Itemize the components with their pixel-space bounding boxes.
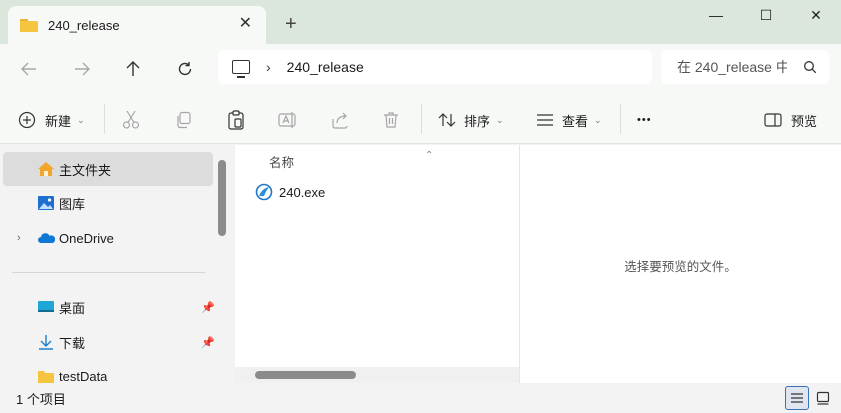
tab-240-release[interactable]: 240_release ✕ xyxy=(8,6,266,44)
sort-label: 排序 xyxy=(464,113,491,129)
details-view-button[interactable] xyxy=(785,386,809,410)
more-options-button[interactable]: ••• xyxy=(637,107,652,133)
new-label: 新建 xyxy=(45,113,72,129)
sidebar-item-label: 主文件夹 xyxy=(59,162,112,178)
sidebar-item-desktop[interactable]: 桌面 📌 xyxy=(3,290,215,324)
trash-icon xyxy=(384,112,398,128)
plus-circle-icon xyxy=(18,111,36,129)
maximize-button[interactable]: ☐ xyxy=(742,0,790,30)
divider xyxy=(620,104,621,134)
tab-title: 240_release xyxy=(48,17,120,33)
chevron-down-icon: ⌄ xyxy=(594,114,602,125)
column-header-label: 名称 xyxy=(269,156,295,170)
copy-button[interactable] xyxy=(175,107,193,133)
sort-icon xyxy=(438,113,456,127)
item-count: 1 个项目 xyxy=(16,392,66,407)
folder-icon xyxy=(20,18,38,32)
column-header-name[interactable]: 名称 ⌃ xyxy=(269,150,433,171)
chevron-down-icon: ⌄ xyxy=(496,114,504,125)
address-row: › 240_release 在 240_release 中搜索 xyxy=(0,44,841,94)
pin-icon[interactable]: 📌 xyxy=(201,336,215,349)
copy-icon xyxy=(177,111,191,129)
breadcrumb-separator: › xyxy=(266,59,271,75)
refresh-button[interactable] xyxy=(170,54,200,84)
preview-pane: 选择要预览的文件。 xyxy=(519,145,841,383)
sidebar-item-label: testData xyxy=(59,368,108,384)
pin-icon[interactable]: 📌 xyxy=(201,301,215,314)
sidebar-scrollbar[interactable] xyxy=(218,160,226,236)
up-button[interactable] xyxy=(118,54,148,84)
tiles-view-icon xyxy=(816,391,830,405)
preview-pane-icon xyxy=(764,113,782,127)
exe-icon xyxy=(255,183,273,201)
details-view-icon xyxy=(791,393,803,403)
preview-empty-text: 选择要预览的文件。 xyxy=(624,259,737,274)
file-name: 240.exe xyxy=(279,184,326,200)
sidebar-item-home[interactable]: 主文件夹 xyxy=(3,152,213,186)
this-pc-icon xyxy=(232,60,250,78)
desktop-icon xyxy=(38,301,54,312)
chevron-down-icon: ⌄ xyxy=(77,114,85,125)
list-item[interactable]: 240.exe xyxy=(255,183,325,201)
sort-caret-icon: ⌃ xyxy=(425,150,434,161)
share-button[interactable] xyxy=(331,107,349,133)
sidebar-item-gallery[interactable]: 图库 xyxy=(3,186,213,220)
sort-button[interactable]: 排序 ⌄ xyxy=(438,107,504,133)
cut-button[interactable] xyxy=(122,107,140,133)
command-bar: 新建 ⌄ 排序 ⌄ 查看 ⌄ ••• 预览 xyxy=(0,94,841,144)
sidebar-item-onedrive[interactable]: › OneDrive xyxy=(3,221,213,255)
sidebar-item-downloads[interactable]: 下载 📌 xyxy=(3,325,215,359)
chevron-right-icon[interactable]: › xyxy=(17,232,21,244)
gallery-icon xyxy=(38,196,54,210)
divider xyxy=(104,104,105,134)
horizontal-scrollbar[interactable] xyxy=(235,367,519,383)
breadcrumb[interactable]: 240_release xyxy=(287,59,364,75)
new-tab-button[interactable]: + xyxy=(285,14,297,34)
scrollbar-thumb[interactable] xyxy=(255,371,356,379)
view-label: 查看 xyxy=(562,113,589,129)
status-bar: 1 个项目 xyxy=(0,383,841,413)
title-bar: 240_release ✕ + — ☐ ✕ xyxy=(0,0,841,44)
preview-label: 预览 xyxy=(791,113,818,129)
close-window-button[interactable]: ✕ xyxy=(792,0,840,30)
arrow-up-icon xyxy=(126,61,140,76)
scissors-icon xyxy=(122,110,140,129)
search-placeholder: 在 240_release 中搜索 xyxy=(677,59,787,75)
home-icon xyxy=(38,162,54,176)
sidebar-item-label: 下载 xyxy=(59,335,86,351)
new-button[interactable]: 新建 ⌄ xyxy=(18,107,85,133)
preview-pane-button[interactable]: 预览 xyxy=(764,107,817,133)
address-bar[interactable]: › 240_release xyxy=(218,50,652,84)
arrow-right-icon xyxy=(75,62,90,76)
file-list: 名称 ⌃ 240.exe xyxy=(235,145,519,383)
sidebar-item-label: 桌面 xyxy=(59,300,86,316)
back-button[interactable] xyxy=(14,54,44,84)
sidebar-item-label: OneDrive xyxy=(59,230,114,246)
search-icon xyxy=(804,61,817,74)
onedrive-icon xyxy=(38,233,55,243)
folder-icon xyxy=(38,371,54,383)
refresh-icon xyxy=(178,62,192,76)
navigation-pane: 主文件夹 图库 › OneDrive 桌面 📌 下载 📌 testData xyxy=(0,145,232,384)
view-lines-icon xyxy=(537,114,553,126)
clipboard-icon xyxy=(228,110,244,130)
share-icon xyxy=(332,112,348,129)
divider xyxy=(12,272,205,273)
rename-button[interactable] xyxy=(278,107,298,133)
divider xyxy=(421,104,422,134)
forward-button[interactable] xyxy=(67,54,97,84)
download-icon xyxy=(39,335,53,350)
arrow-left-icon xyxy=(21,62,36,76)
view-button[interactable]: 查看 ⌄ xyxy=(536,107,602,133)
tab-close-button[interactable]: ✕ xyxy=(239,15,252,33)
minimize-button[interactable]: — xyxy=(692,0,740,30)
rename-icon xyxy=(278,112,296,128)
search-input[interactable]: 在 240_release 中搜索 xyxy=(661,50,829,84)
tiles-view-button[interactable] xyxy=(811,386,835,410)
sidebar-item-label: 图库 xyxy=(59,196,86,212)
delete-button[interactable] xyxy=(383,107,399,133)
paste-button[interactable] xyxy=(227,107,245,133)
